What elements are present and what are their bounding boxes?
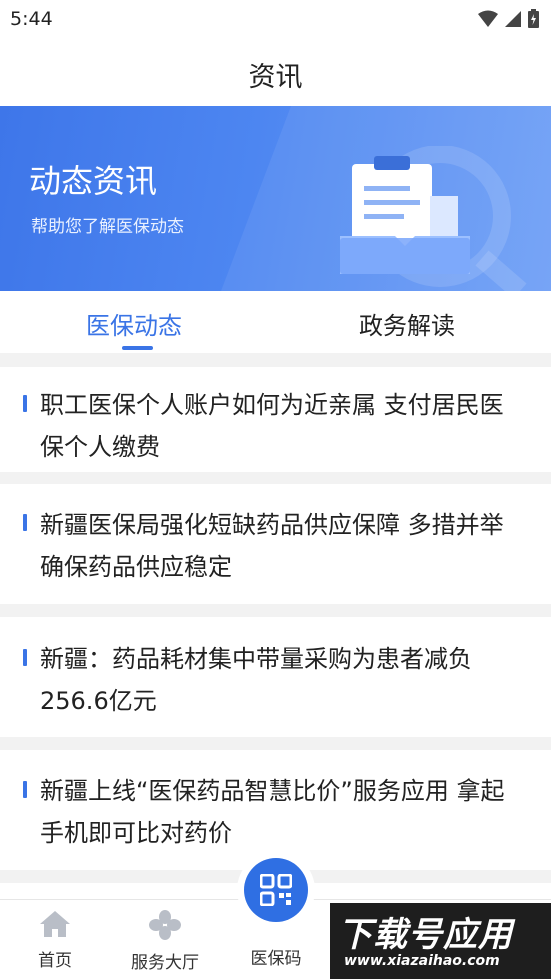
watermark-url: www.xiazaihao.com (344, 953, 500, 969)
news-marker (23, 649, 27, 666)
status-bar: 5:44 (0, 0, 551, 38)
nav-service-hall-label: 服务大厅 (131, 953, 199, 973)
watermark-main-text: 下载号应用 (338, 915, 513, 955)
home-icon (40, 911, 70, 937)
news-title: 新疆：药品耗材集中带量采购为患者减负256.6亿元 (40, 645, 472, 715)
news-marker (23, 395, 27, 412)
signal-icon (505, 10, 521, 27)
grid-icon (149, 910, 181, 940)
battery-icon (528, 9, 539, 28)
tab-policy-interpretation[interactable]: 政务解读 (359, 306, 455, 341)
document-inbox-icon (340, 146, 527, 291)
nav-qr-code-label[interactable]: 医保码 (236, 944, 316, 969)
news-tabs: 医保动态 政务解读 (0, 291, 551, 353)
nav-service-hall[interactable]: 服务大厅 (120, 910, 210, 973)
nav-home[interactable]: 首页 (10, 910, 100, 971)
title-bar: 资讯 (0, 38, 551, 106)
watermark: 下载号应用 www.xiazaihao.com (330, 903, 551, 979)
news-title: 职工医保个人账户如何为近亲属 支付居民医保个人缴费 (40, 391, 504, 461)
banner-title: 动态资讯 (29, 162, 158, 200)
active-tab-indicator (122, 346, 153, 350)
news-title: 新疆医保局强化短缺药品供应保障 多措并举确保药品供应稳定 (40, 511, 504, 581)
news-item[interactable]: 新疆医保局强化短缺药品供应保障 多措并举确保药品供应稳定 (0, 484, 551, 604)
tab-medical-insurance-news[interactable]: 医保动态 (86, 306, 182, 341)
news-item[interactable]: 职工医保个人账户如何为近亲属 支付居民医保个人缴费 (0, 367, 551, 472)
status-icons (478, 9, 539, 28)
qr-code-button[interactable] (244, 858, 308, 922)
news-marker (23, 514, 27, 531)
status-time: 5:44 (10, 8, 53, 30)
banner: 动态资讯 帮助您了解医保动态 (0, 106, 551, 291)
page-title: 资讯 (248, 62, 303, 93)
nav-home-label: 首页 (38, 951, 72, 971)
wifi-icon (478, 10, 498, 27)
banner-subtitle: 帮助您了解医保动态 (31, 217, 184, 237)
news-title: 新疆上线“医保药品智慧比价”服务应用 拿起手机即可比对药价 (40, 777, 505, 847)
news-item[interactable]: 新疆上线“医保药品智慧比价”服务应用 拿起手机即可比对药价 (0, 750, 551, 870)
qr-code-icon (260, 874, 292, 906)
news-item[interactable]: 新疆：药品耗材集中带量采购为患者减负256.6亿元 (0, 617, 551, 737)
news-marker (23, 781, 27, 798)
